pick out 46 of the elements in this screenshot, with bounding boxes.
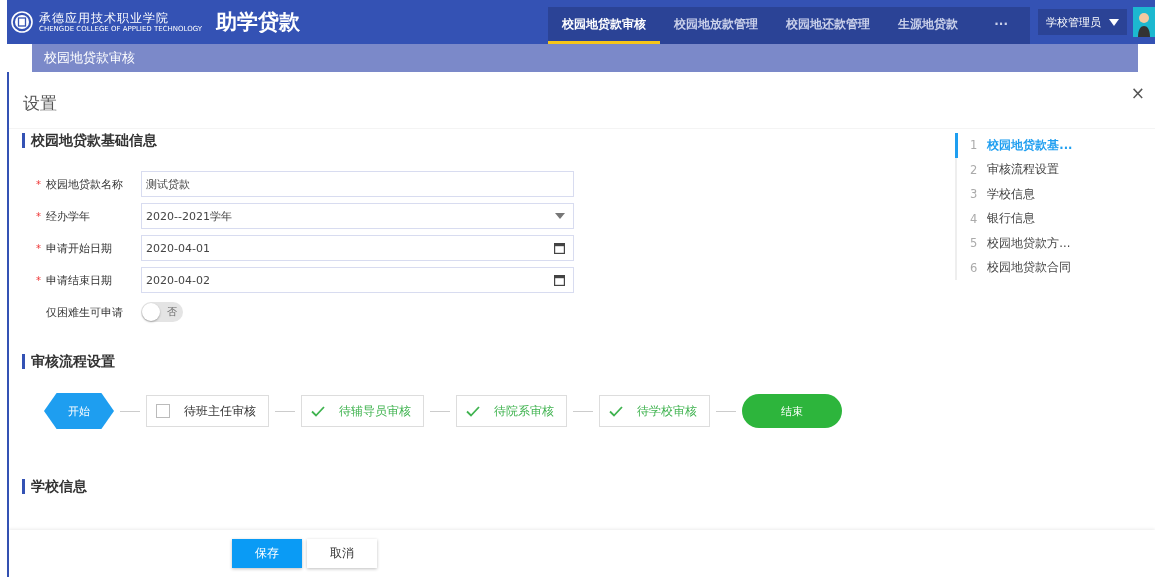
end-node: 结束	[742, 394, 842, 428]
field-label: 申请结束日期	[46, 273, 112, 287]
cancel-button[interactable]: 取消	[307, 539, 377, 568]
select-field[interactable]: 2020--2021学年	[141, 203, 574, 229]
required-mark: *	[36, 210, 41, 222]
input-field[interactable]: 测试贷款	[141, 171, 574, 197]
start-node: 开始	[44, 393, 114, 429]
user-dropdown[interactable]: 学校管理员	[1038, 9, 1127, 35]
checkmark-icon	[609, 405, 623, 417]
nav-tab[interactable]: 生源地贷款	[884, 7, 973, 44]
step-node[interactable]: 待班主任审核	[146, 395, 269, 427]
field-label: 校园地贷款名称	[46, 177, 123, 191]
field-label: 申请开始日期	[46, 241, 112, 255]
anchor-link[interactable]: 5 校园地贷款方...	[955, 231, 1155, 256]
drawer-title: 设置	[23, 91, 57, 115]
nav-tab[interactable]: 校园地还款管理	[772, 7, 885, 44]
more-menu[interactable]: ···	[972, 7, 1030, 44]
anchor-link[interactable]: 3 学校信息	[955, 182, 1155, 207]
required-mark: *	[36, 274, 41, 286]
toggle-switch[interactable]: 否	[141, 302, 183, 322]
required-mark: *	[36, 178, 41, 190]
calendar-icon	[554, 274, 565, 286]
avatar-icon[interactable]	[1133, 7, 1155, 37]
school-logo-icon	[11, 11, 33, 33]
date-field[interactable]: 2020-04-02	[141, 267, 574, 293]
school-name: 承德应用技术职业学院	[39, 11, 170, 24]
caret-icon	[1109, 18, 1119, 26]
calendar-icon	[554, 242, 565, 254]
required-mark: *	[36, 242, 41, 254]
field-label: 仅困难生可申请	[46, 305, 123, 319]
section-title: 学校信息	[22, 479, 955, 494]
checkmark-icon	[466, 405, 480, 417]
close-button[interactable]: ×	[1130, 83, 1145, 103]
field-label: 经办学年	[46, 209, 90, 223]
section-title: 审核流程设置	[22, 354, 955, 369]
checkbox[interactable]	[156, 404, 170, 418]
checkmark-icon	[311, 405, 325, 417]
anchor-link[interactable]: 6 校园地贷款合同	[955, 255, 1155, 280]
section-title: 校园地贷款基础信息	[22, 133, 955, 148]
anchor-link[interactable]: 4 银行信息	[955, 206, 1155, 231]
page-title: 校园地贷款审核	[44, 49, 135, 67]
nav-tab[interactable]: 校园地放款管理	[660, 7, 773, 44]
date-field[interactable]: 2020-04-01	[141, 235, 574, 261]
app-title: 助学贷款	[216, 9, 301, 36]
anchor-link[interactable]: 2 审核流程设置	[955, 157, 1155, 182]
dropdown-caret-icon	[555, 213, 565, 219]
